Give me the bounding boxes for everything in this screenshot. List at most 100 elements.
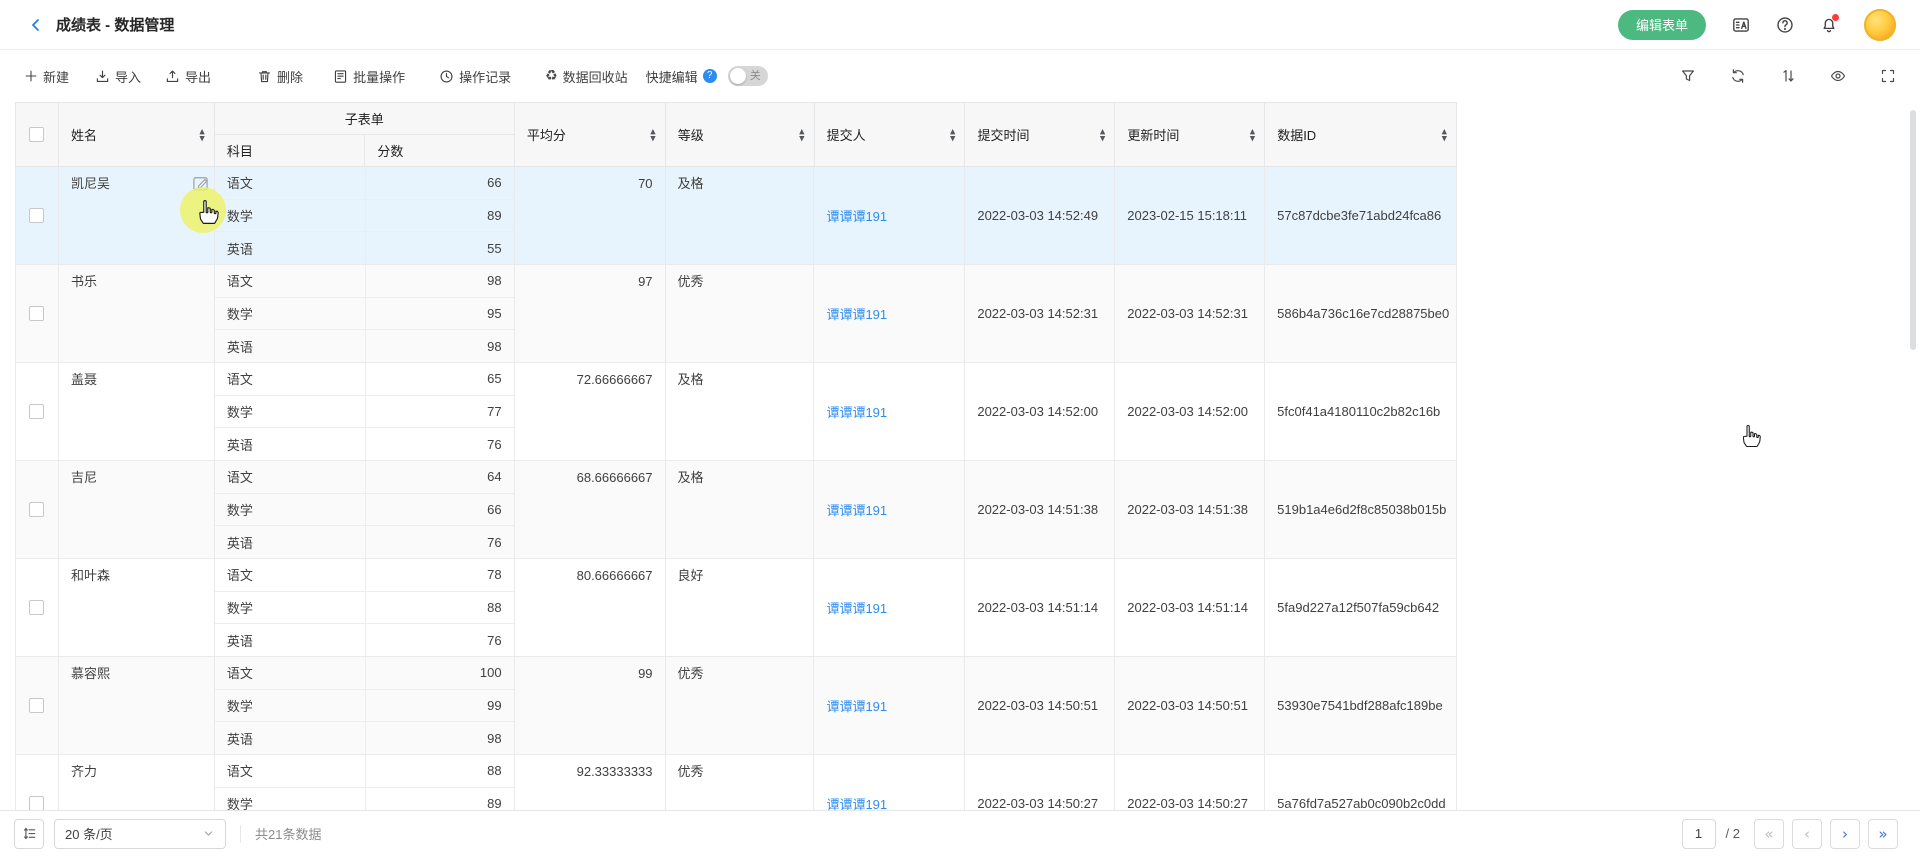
prev-page-button[interactable]: ‹ xyxy=(1792,819,1822,849)
subject-cell: 数学 xyxy=(215,494,365,526)
page-input[interactable] xyxy=(1682,819,1716,849)
row-checkbox[interactable] xyxy=(29,208,44,223)
first-page-button[interactable]: « xyxy=(1754,819,1784,849)
show-columns-button[interactable] xyxy=(1830,68,1846,84)
submitter-link[interactable]: 谭谭谭191 xyxy=(826,402,887,421)
new-button[interactable]: 新建 xyxy=(24,67,69,86)
sort-icon[interactable]: ▲▼ xyxy=(799,128,804,141)
header-grade: 等级 ▲▼ xyxy=(666,103,815,166)
clock-icon xyxy=(439,69,454,84)
subject-cell: 数学 xyxy=(215,592,365,624)
subform-row: 数学89 xyxy=(215,787,514,810)
sort-icon[interactable]: ▲▼ xyxy=(1250,128,1255,141)
help-button[interactable] xyxy=(1776,16,1794,34)
subject-cell: 英语 xyxy=(215,624,365,656)
subject-cell: 数学 xyxy=(215,298,365,330)
subject-cell: 语文 xyxy=(215,265,365,297)
batch-actions-button[interactable]: 批量操作 xyxy=(333,67,405,86)
submitter-link[interactable]: 谭谭谭191 xyxy=(826,304,887,323)
chevron-down-icon xyxy=(202,827,215,840)
sort-icon[interactable]: ▲▼ xyxy=(1100,128,1105,141)
submitter-link[interactable]: 谭谭谭191 xyxy=(826,696,887,715)
row-checkbox[interactable] xyxy=(29,404,44,419)
page-size-select[interactable]: 20 条/页 xyxy=(54,819,226,849)
row-height-button[interactable] xyxy=(14,819,44,849)
fullscreen-icon xyxy=(1880,68,1896,84)
table-row[interactable]: 和叶森语文78数学88英语7680.66666667良好谭谭谭1912022-0… xyxy=(15,559,1457,657)
export-button[interactable]: 导出 xyxy=(165,67,211,86)
score-cell: 98 xyxy=(365,722,514,754)
data-id-cell: 57c87dcbe3fe71abd24fca86 xyxy=(1265,167,1457,264)
edit-form-button[interactable]: 编辑表单 xyxy=(1618,10,1706,40)
score-cell: 78 xyxy=(365,559,514,591)
subform-row: 语文64 xyxy=(215,461,514,493)
submit-time-cell: 2022-03-03 14:51:14 xyxy=(965,559,1115,656)
student-name: 齐力 xyxy=(71,755,97,788)
header-submit-time: 提交时间 ▲▼ xyxy=(965,103,1115,166)
table-row[interactable]: 齐力语文88数学8992.33333333优秀谭谭谭1912022-03-03 … xyxy=(15,755,1457,810)
knowledge-base-button[interactable] xyxy=(1732,16,1750,34)
recycle-bin-button[interactable]: ♻ 数据回收站 xyxy=(545,67,628,86)
quick-edit-toggle[interactable]: 关 xyxy=(728,66,768,86)
row-checkbox[interactable] xyxy=(29,600,44,615)
row-select-cell xyxy=(16,363,59,460)
vertical-scrollbar[interactable] xyxy=(1910,110,1916,350)
submitter-link[interactable]: 谭谭谭191 xyxy=(826,598,887,617)
sort-button[interactable] xyxy=(1780,68,1796,84)
last-page-button[interactable]: » xyxy=(1868,819,1898,849)
student-name: 吉尼 xyxy=(71,461,97,494)
notifications-button[interactable] xyxy=(1820,16,1838,34)
operation-log-label: 操作记录 xyxy=(459,67,511,86)
quick-edit-help-icon[interactable]: ? xyxy=(703,69,717,83)
grade-cell: 优秀 xyxy=(666,755,815,810)
table-row[interactable]: 书乐语文98数学95英语9897优秀谭谭谭1912022-03-03 14:52… xyxy=(15,265,1457,363)
header-data-id: 数据ID ▲▼ xyxy=(1265,103,1457,166)
help-icon xyxy=(1776,16,1794,34)
subject-cell: 英语 xyxy=(215,232,365,264)
subject-cell: 语文 xyxy=(215,657,365,689)
submitter-link[interactable]: 谭谭谭191 xyxy=(826,206,887,225)
operation-log-button[interactable]: 操作记录 xyxy=(439,67,511,86)
submit-time-cell: 2022-03-03 14:52:00 xyxy=(965,363,1115,460)
grade-cell: 良好 xyxy=(666,559,815,656)
submitter-cell: 谭谭谭191 xyxy=(814,657,965,754)
sort-icon[interactable]: ▲▼ xyxy=(199,128,204,141)
name-cell: 书乐 xyxy=(59,265,215,362)
table-row[interactable]: 凯尼吴语文66数学89英语5570及格谭谭谭1912022-03-03 14:5… xyxy=(15,167,1457,265)
avatar[interactable] xyxy=(1864,9,1896,41)
sort-icon[interactable]: ▲▼ xyxy=(650,128,655,141)
grade-value: 优秀 xyxy=(678,657,704,690)
next-page-button[interactable]: › xyxy=(1830,819,1860,849)
subform-cell: 语文65数学77英语76 xyxy=(215,363,515,460)
filter-button[interactable] xyxy=(1680,68,1696,84)
export-icon xyxy=(165,69,180,84)
select-all-checkbox[interactable] xyxy=(29,127,44,142)
score-cell: 76 xyxy=(365,526,514,558)
table-row[interactable]: 盖聂语文65数学77英语7672.66666667及格谭谭谭1912022-03… xyxy=(15,363,1457,461)
submitter-link[interactable]: 谭谭谭191 xyxy=(826,794,887,810)
row-checkbox[interactable] xyxy=(29,306,44,321)
score-cell: 65 xyxy=(365,363,514,395)
sort-icon[interactable]: ▲▼ xyxy=(1442,128,1447,141)
row-checkbox[interactable] xyxy=(29,796,44,810)
table-body: 凯尼吴语文66数学89英语5570及格谭谭谭1912022-03-03 14:5… xyxy=(15,167,1457,810)
submitter-link[interactable]: 谭谭谭191 xyxy=(826,500,887,519)
delete-button[interactable]: 删除 xyxy=(257,67,303,86)
table-row[interactable]: 吉尼语文64数学66英语7668.66666667及格谭谭谭1912022-03… xyxy=(15,461,1457,559)
import-button[interactable]: 导入 xyxy=(95,67,141,86)
refresh-button[interactable] xyxy=(1730,68,1746,84)
edit-icon[interactable] xyxy=(192,175,209,192)
back-button[interactable] xyxy=(28,17,44,33)
update-time-cell: 2022-03-03 14:50:27 xyxy=(1115,755,1265,810)
fullscreen-button[interactable] xyxy=(1880,68,1896,84)
row-checkbox[interactable] xyxy=(29,698,44,713)
average-value: 92.33333333 xyxy=(577,755,653,788)
row-checkbox[interactable] xyxy=(29,502,44,517)
subject-cell: 英语 xyxy=(215,526,365,558)
data-id-cell: 5a76fd7a527ab0c090b2c0dd xyxy=(1265,755,1457,810)
sort-icon[interactable]: ▲▼ xyxy=(950,128,955,141)
subform-row: 数学77 xyxy=(215,395,514,428)
table-row[interactable]: 慕容熙语文100数学99英语9899优秀谭谭谭1912022-03-03 14:… xyxy=(15,657,1457,755)
score-cell: 66 xyxy=(365,167,514,199)
header-update-time: 更新时间 ▲▼ xyxy=(1115,103,1265,166)
